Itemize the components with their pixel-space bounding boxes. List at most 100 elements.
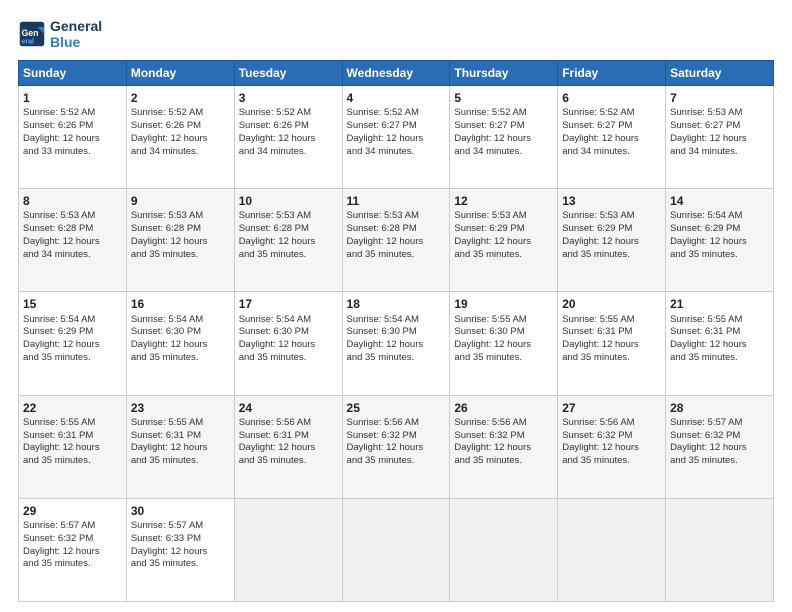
day-content: and 35 minutes. [670, 455, 769, 468]
header: Gen eral General Blue [18, 18, 774, 50]
day-content: Daylight: 12 hours [131, 546, 230, 559]
day-content: Daylight: 12 hours [131, 236, 230, 249]
day-number: 10 [239, 193, 338, 209]
table-row: 13Sunrise: 5:53 AMSunset: 6:29 PMDayligh… [558, 189, 666, 292]
day-content: Sunrise: 5:55 AM [454, 314, 553, 327]
svg-text:eral: eral [22, 39, 35, 46]
day-number: 27 [562, 400, 661, 416]
table-row [450, 498, 558, 601]
day-content: and 35 minutes. [347, 352, 446, 365]
table-row: 18Sunrise: 5:54 AMSunset: 6:30 PMDayligh… [342, 292, 450, 395]
table-row: 19Sunrise: 5:55 AMSunset: 6:30 PMDayligh… [450, 292, 558, 395]
table-row: 10Sunrise: 5:53 AMSunset: 6:28 PMDayligh… [234, 189, 342, 292]
day-number: 7 [670, 90, 769, 106]
day-content: and 35 minutes. [239, 455, 338, 468]
day-content: Sunrise: 5:53 AM [131, 210, 230, 223]
day-content: and 34 minutes. [131, 146, 230, 159]
day-content: Sunset: 6:28 PM [131, 223, 230, 236]
table-row: 23Sunrise: 5:55 AMSunset: 6:31 PMDayligh… [126, 395, 234, 498]
day-number: 3 [239, 90, 338, 106]
day-content: Sunset: 6:32 PM [670, 430, 769, 443]
day-number: 6 [562, 90, 661, 106]
table-row: 16Sunrise: 5:54 AMSunset: 6:30 PMDayligh… [126, 292, 234, 395]
day-content: Sunrise: 5:55 AM [131, 417, 230, 430]
day-content: Daylight: 12 hours [670, 442, 769, 455]
day-content: and 35 minutes. [23, 455, 122, 468]
day-content: Daylight: 12 hours [670, 133, 769, 146]
col-wednesday: Wednesday [342, 61, 450, 86]
day-content: Sunset: 6:33 PM [131, 533, 230, 546]
day-content: Daylight: 12 hours [239, 339, 338, 352]
day-content: Daylight: 12 hours [562, 236, 661, 249]
day-content: Sunset: 6:30 PM [454, 326, 553, 339]
day-content: Sunset: 6:31 PM [23, 430, 122, 443]
day-content: Sunrise: 5:54 AM [131, 314, 230, 327]
table-row: 14Sunrise: 5:54 AMSunset: 6:29 PMDayligh… [666, 189, 774, 292]
day-content: Daylight: 12 hours [562, 133, 661, 146]
table-row: 2Sunrise: 5:52 AMSunset: 6:26 PMDaylight… [126, 86, 234, 189]
table-row: 5Sunrise: 5:52 AMSunset: 6:27 PMDaylight… [450, 86, 558, 189]
day-content: Sunrise: 5:54 AM [347, 314, 446, 327]
table-row: 12Sunrise: 5:53 AMSunset: 6:29 PMDayligh… [450, 189, 558, 292]
day-content: Sunset: 6:26 PM [23, 120, 122, 133]
col-friday: Friday [558, 61, 666, 86]
day-content: Sunrise: 5:56 AM [347, 417, 446, 430]
col-tuesday: Tuesday [234, 61, 342, 86]
day-content: Daylight: 12 hours [23, 339, 122, 352]
table-row: 24Sunrise: 5:56 AMSunset: 6:31 PMDayligh… [234, 395, 342, 498]
table-row: 3Sunrise: 5:52 AMSunset: 6:26 PMDaylight… [234, 86, 342, 189]
day-content: Sunrise: 5:52 AM [239, 107, 338, 120]
table-row: 6Sunrise: 5:52 AMSunset: 6:27 PMDaylight… [558, 86, 666, 189]
table-row: 9Sunrise: 5:53 AMSunset: 6:28 PMDaylight… [126, 189, 234, 292]
day-content: and 33 minutes. [23, 146, 122, 159]
table-row: 22Sunrise: 5:55 AMSunset: 6:31 PMDayligh… [19, 395, 127, 498]
day-number: 5 [454, 90, 553, 106]
day-content: Sunset: 6:32 PM [454, 430, 553, 443]
calendar-header-row: Sunday Monday Tuesday Wednesday Thursday… [19, 61, 774, 86]
col-sunday: Sunday [19, 61, 127, 86]
day-number: 26 [454, 400, 553, 416]
day-content: Sunrise: 5:52 AM [454, 107, 553, 120]
calendar-week-row: 1Sunrise: 5:52 AMSunset: 6:26 PMDaylight… [19, 86, 774, 189]
day-number: 28 [670, 400, 769, 416]
day-content: Sunset: 6:27 PM [562, 120, 661, 133]
day-number: 25 [347, 400, 446, 416]
calendar-week-row: 15Sunrise: 5:54 AMSunset: 6:29 PMDayligh… [19, 292, 774, 395]
day-content: Daylight: 12 hours [347, 442, 446, 455]
day-number: 1 [23, 90, 122, 106]
table-row: 27Sunrise: 5:56 AMSunset: 6:32 PMDayligh… [558, 395, 666, 498]
day-content: and 35 minutes. [562, 249, 661, 262]
day-content: Daylight: 12 hours [23, 546, 122, 559]
day-content: Sunrise: 5:57 AM [23, 520, 122, 533]
day-content: Sunset: 6:27 PM [347, 120, 446, 133]
day-content: and 35 minutes. [131, 249, 230, 262]
table-row [342, 498, 450, 601]
calendar-week-row: 29Sunrise: 5:57 AMSunset: 6:32 PMDayligh… [19, 498, 774, 601]
day-content: Sunrise: 5:55 AM [562, 314, 661, 327]
day-content: Sunrise: 5:54 AM [23, 314, 122, 327]
day-content: Daylight: 12 hours [347, 236, 446, 249]
day-content: Sunset: 6:32 PM [347, 430, 446, 443]
day-content: Sunrise: 5:52 AM [131, 107, 230, 120]
day-content: Sunrise: 5:55 AM [23, 417, 122, 430]
day-number: 21 [670, 296, 769, 312]
table-row: 4Sunrise: 5:52 AMSunset: 6:27 PMDaylight… [342, 86, 450, 189]
day-content: and 35 minutes. [454, 352, 553, 365]
day-content: and 35 minutes. [131, 558, 230, 571]
day-content: Sunset: 6:31 PM [670, 326, 769, 339]
svg-text:Gen: Gen [22, 28, 39, 38]
day-number: 23 [131, 400, 230, 416]
day-content: Daylight: 12 hours [131, 339, 230, 352]
day-content: and 34 minutes. [562, 146, 661, 159]
day-content: Sunrise: 5:57 AM [131, 520, 230, 533]
day-content: Sunrise: 5:56 AM [562, 417, 661, 430]
day-number: 13 [562, 193, 661, 209]
day-content: and 35 minutes. [347, 249, 446, 262]
day-content: Sunset: 6:32 PM [562, 430, 661, 443]
day-content: Sunset: 6:31 PM [239, 430, 338, 443]
table-row [666, 498, 774, 601]
day-content: Sunset: 6:26 PM [131, 120, 230, 133]
calendar-week-row: 22Sunrise: 5:55 AMSunset: 6:31 PMDayligh… [19, 395, 774, 498]
page: Gen eral General Blue Sunday Monday Tues… [0, 0, 792, 612]
day-content: and 34 minutes. [347, 146, 446, 159]
